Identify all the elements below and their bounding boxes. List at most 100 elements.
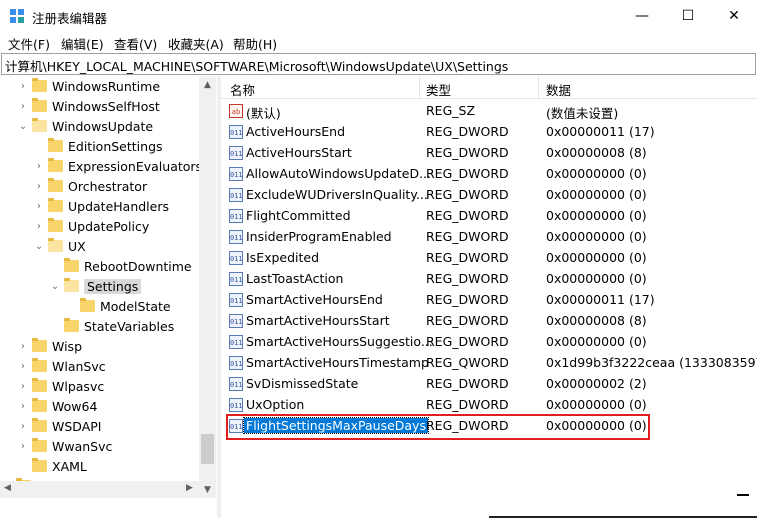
- chevron-right-icon[interactable]: ›: [18, 96, 28, 116]
- menu-edit[interactable]: 编辑(E): [61, 34, 104, 53]
- folder-icon: [32, 118, 47, 132]
- scroll-left-arrow-icon[interactable]: ◀: [4, 483, 11, 493]
- tree-node[interactable]: ModelState: [80, 296, 171, 316]
- value-type: REG_DWORD: [426, 292, 509, 307]
- menu-favorites[interactable]: 收藏夹(A): [168, 34, 224, 53]
- tree-node[interactable]: XAML: [32, 456, 87, 476]
- chevron-right-icon[interactable]: ›: [34, 176, 44, 196]
- tree-node[interactable]: › WSDAPI: [21, 416, 101, 436]
- key-tree-pane[interactable]: › WindowsRuntime › WindowsSelfHost ⌄ WindowsU…: [0, 76, 217, 498]
- chevron-right-icon[interactable]: ›: [34, 156, 44, 176]
- value-name: SmartActiveHoursEnd: [246, 292, 383, 307]
- tree-node[interactable]: › Wisp: [21, 336, 82, 356]
- tree-node[interactable]: › Wlpasvc: [21, 376, 104, 396]
- tree-horizontal-scrollbar[interactable]: ◀ ▶: [0, 481, 199, 498]
- close-button[interactable]: ✕: [711, 0, 757, 32]
- maximize-button[interactable]: ☐: [665, 0, 711, 32]
- menu-help[interactable]: 帮助(H): [233, 34, 277, 53]
- value-row[interactable]: 011 SmartActiveHoursTimestamp REG_QWORD 0x1…: [221, 353, 757, 374]
- chevron-down-icon[interactable]: ⌄: [18, 116, 28, 136]
- value-row[interactable]: 011 ActiveHoursStart REG_DWORD 0x00000008 (…: [221, 143, 757, 164]
- value-row[interactable]: 011 LastToastAction REG_DWORD 0x00000000 (0…: [221, 269, 757, 290]
- folder-icon: [32, 78, 47, 92]
- chevron-right-icon[interactable]: ›: [34, 216, 44, 236]
- tree-node[interactable]: › Wow64: [21, 396, 97, 416]
- tree-node[interactable]: StateVariables: [64, 316, 174, 336]
- folder-icon: [64, 318, 79, 332]
- window-title: 注册表编辑器: [32, 11, 108, 26]
- column-name-header[interactable]: 名称: [230, 80, 255, 99]
- value-name: InsiderProgramEnabled: [246, 229, 392, 244]
- address-bar[interactable]: 计算机\HKEY_LOCAL_MACHINE\SOFTWARE\Microsof…: [1, 53, 756, 75]
- folder-icon: [32, 98, 47, 112]
- menu-file[interactable]: 文件(F): [8, 34, 50, 53]
- column-divider[interactable]: [419, 76, 420, 98]
- tree-scroll-thumb[interactable]: [201, 434, 214, 464]
- value-row[interactable]: 011 SmartActiveHoursEnd REG_DWORD 0x0000001…: [221, 290, 757, 311]
- tree-node[interactable]: › UpdatePolicy: [37, 216, 149, 236]
- scroll-right-arrow-icon[interactable]: ▶: [186, 483, 193, 493]
- value-row[interactable]: 011 UxOption REG_DWORD 0x00000000 (0): [221, 395, 757, 416]
- chevron-right-icon[interactable]: ›: [18, 376, 28, 396]
- tree-node[interactable]: ⌄ WindowsUpdate: [19, 116, 153, 136]
- value-row[interactable]: 011 IsExpedited REG_DWORD 0x00000000 (0): [221, 248, 757, 269]
- tree-node-label: Orchestrator: [68, 178, 148, 194]
- tree-node[interactable]: › WlanSvc: [21, 356, 106, 376]
- value-type: REG_DWORD: [426, 166, 509, 181]
- value-type: REG_DWORD: [426, 208, 509, 223]
- tree-node[interactable]: ⌄ UX: [35, 236, 86, 256]
- chevron-right-icon[interactable]: ›: [18, 396, 28, 416]
- value-data: 0x00000000 (0): [546, 187, 647, 202]
- chevron-right-icon[interactable]: ›: [18, 76, 28, 96]
- value-name-cell: (默认): [246, 103, 281, 122]
- column-data-header[interactable]: 数据: [546, 80, 571, 99]
- value-row[interactable]: 011 AllowAutoWindowsUpdateD... REG_DWORD 0x…: [221, 164, 757, 185]
- folder-icon: [64, 258, 79, 272]
- tree-node[interactable]: › Orchestrator: [37, 176, 148, 196]
- value-row[interactable]: 011 ActiveHoursEnd REG_DWORD 0x00000011 (17…: [221, 122, 757, 143]
- tree-node[interactable]: › WwanSvc: [21, 436, 112, 456]
- column-divider[interactable]: [538, 76, 539, 98]
- scroll-up-arrow-icon[interactable]: ▲: [199, 76, 216, 93]
- chevron-right-icon[interactable]: ›: [34, 196, 44, 216]
- value-row[interactable]: 011 InsiderProgramEnabled REG_DWORD 0x00000…: [221, 227, 757, 248]
- value-data: 0x00000000 (0): [546, 397, 647, 412]
- binary-value-icon: 011: [229, 398, 243, 412]
- value-row[interactable]: 011 SvDismissedState REG_DWORD 0x00000002 (…: [221, 374, 757, 395]
- chevron-right-icon[interactable]: ›: [18, 436, 28, 456]
- value-row[interactable]: ab (默认) REG_SZ (数值未设置): [221, 101, 757, 122]
- tree-node[interactable]: RebootDowntime: [64, 256, 192, 276]
- chevron-right-icon[interactable]: ›: [18, 356, 28, 376]
- value-name-cell: ActiveHoursEnd: [246, 124, 345, 139]
- chevron-down-icon[interactable]: ⌄: [34, 236, 44, 256]
- tree-node[interactable]: › WindowsRuntime: [21, 76, 160, 96]
- menu-view[interactable]: 查看(V): [114, 34, 157, 53]
- value-name: IsExpedited: [246, 250, 320, 265]
- value-row[interactable]: 011 SmartActiveHoursSuggestio... REG_DWORD…: [221, 332, 757, 353]
- value-row[interactable]: 011 ExcludeWUDriversInQuality... REG_DWORD…: [221, 185, 757, 206]
- tree-node-label: UpdateHandlers: [68, 198, 170, 214]
- tree-node[interactable]: › UpdateHandlers: [37, 196, 170, 216]
- minimize-button[interactable]: —: [619, 0, 665, 32]
- value-row[interactable]: 011 FlightCommitted REG_DWORD 0x00000000 (0…: [221, 206, 757, 227]
- tree-node[interactable]: ⌄ Settings: [51, 276, 142, 296]
- values-list-header: 名称 类型 数据: [221, 76, 757, 99]
- value-name: ExcludeWUDriversInQuality...: [246, 187, 428, 202]
- chevron-right-icon[interactable]: ›: [18, 336, 28, 356]
- value-type: REG_DWORD: [426, 313, 509, 328]
- binary-value-icon: 011: [229, 251, 243, 265]
- binary-value-icon: 011: [229, 188, 243, 202]
- tree-node[interactable]: EditionSettings: [48, 136, 163, 156]
- column-type-header[interactable]: 类型: [426, 80, 451, 99]
- value-data: (数值未设置): [546, 106, 619, 121]
- chevron-down-icon[interactable]: ⌄: [50, 276, 60, 296]
- chevron-right-icon[interactable]: ›: [18, 416, 28, 436]
- tree-node[interactable]: › WindowsSelfHost: [21, 96, 160, 116]
- address-path: 计算机\HKEY_LOCAL_MACHINE\SOFTWARE\Microsof…: [5, 59, 509, 74]
- scroll-down-arrow-icon[interactable]: ▼: [199, 481, 216, 498]
- tree-node[interactable]: › ExpressionEvaluators: [37, 156, 202, 176]
- value-data: 0x00000000 (0): [546, 250, 647, 265]
- value-type: REG_DWORD: [426, 229, 509, 244]
- value-name: (默认): [246, 106, 281, 121]
- value-row[interactable]: 011 SmartActiveHoursStart REG_DWORD 0x00000…: [221, 311, 757, 332]
